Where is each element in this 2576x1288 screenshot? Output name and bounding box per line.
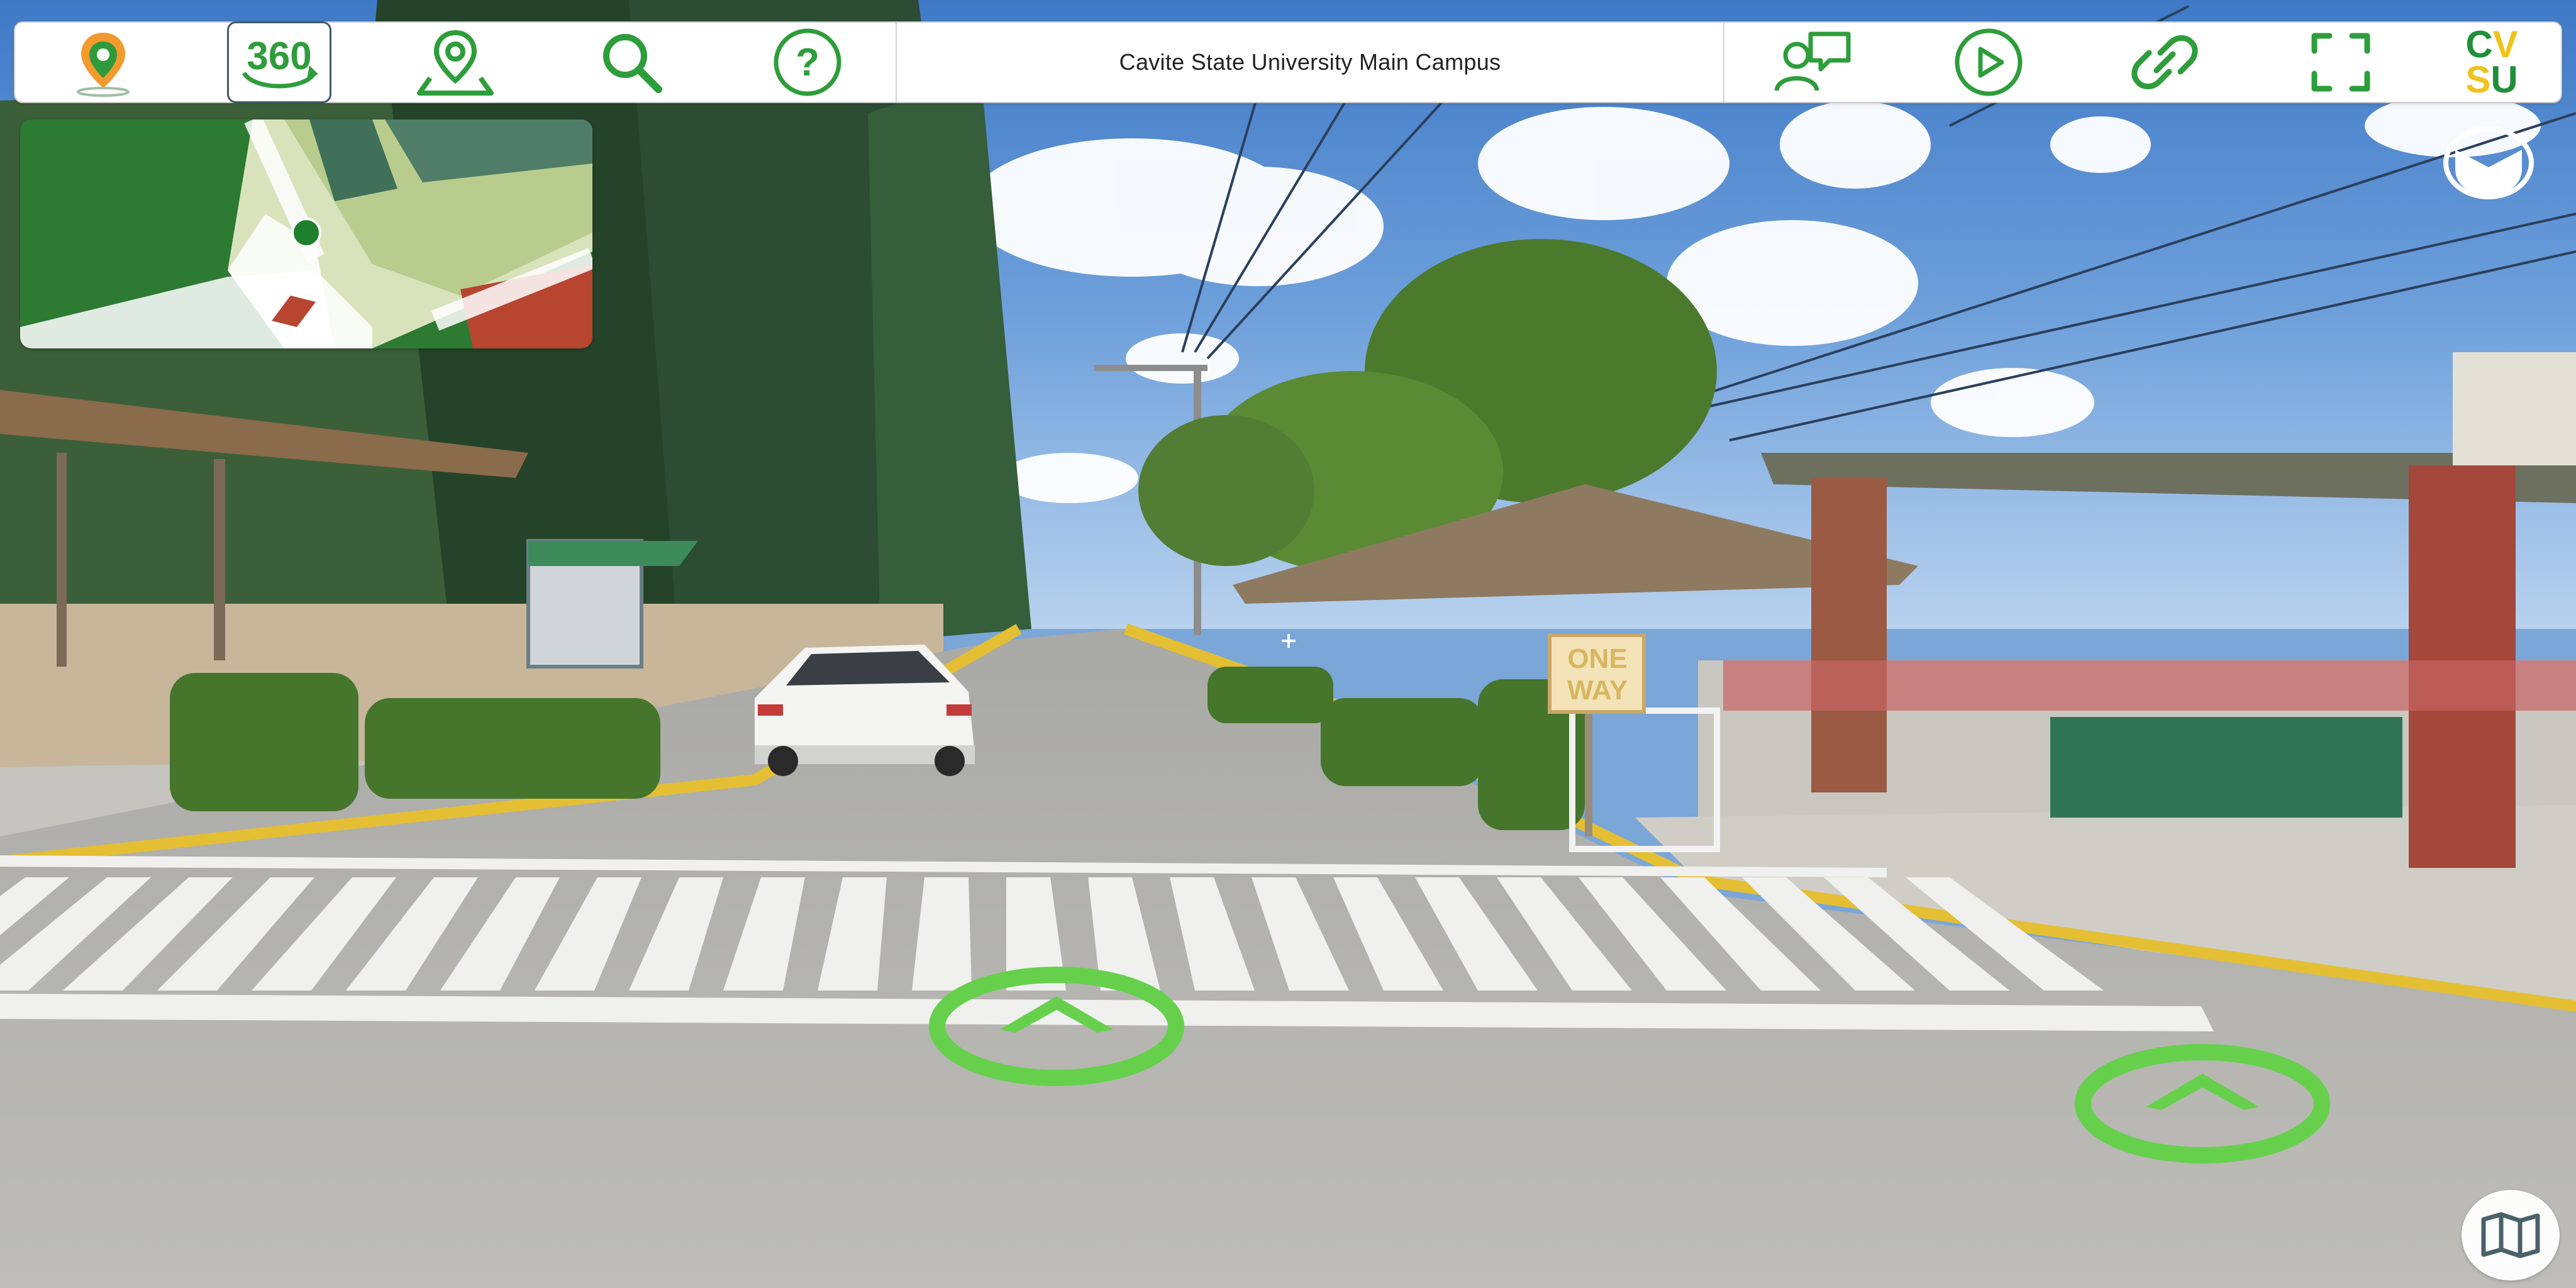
svg-text:?: ? (796, 41, 819, 84)
play-button[interactable] (1901, 23, 2077, 102)
running-track (1723, 660, 2576, 711)
cvsu-logo-text: CV SU (2465, 23, 2518, 101)
sign-text-way: WAY (1567, 675, 1628, 706)
help-button[interactable]: ? (719, 23, 896, 102)
right-path-arrow-hotspot[interactable] (2070, 1041, 2334, 1167)
mini-map[interactable] (20, 119, 592, 348)
chat-user-button[interactable] (1724, 23, 1901, 102)
map-marker-button[interactable] (367, 23, 543, 102)
cvsu-logo: CV SU (2429, 23, 2555, 102)
360-view-button[interactable]: 360 (191, 21, 367, 103)
map-toggle-button[interactable] (2462, 1190, 2560, 1280)
top-toolbar: 360 ? Cavite State University Main Campu… (14, 21, 2562, 103)
link-button[interactable] (2077, 23, 2253, 102)
map-marker-icon (417, 30, 494, 96)
fullscreen-icon (2311, 33, 2370, 92)
crosshair-icon (1282, 634, 1296, 648)
location-pin-icon (77, 33, 130, 97)
chat-user-icon (1774, 31, 1851, 91)
sign-text-one: ONE (1567, 643, 1627, 674)
play-icon (1955, 28, 2023, 96)
help-icon: ? (774, 28, 841, 96)
map-icon (2481, 1212, 2540, 1258)
title-cell: Cavite State University Main Campus (897, 23, 1723, 102)
search-button[interactable] (543, 23, 719, 102)
pine-trees (0, 0, 1031, 704)
location-pin-button[interactable] (15, 23, 191, 102)
link-icon (2131, 35, 2198, 89)
svg-text:360: 360 (247, 35, 311, 78)
search-icon (603, 34, 662, 93)
360-view-icon: 360 (242, 35, 318, 89)
page-title: Cavite State University Main Campus (1119, 49, 1501, 75)
fullscreen-button[interactable] (2253, 23, 2429, 102)
panorama-viewer[interactable]: ONE WAY 360 ? Cavite State University Ma… (0, 0, 2576, 1288)
forward-arrow-hotspot[interactable] (924, 963, 1189, 1089)
current-location-dot (291, 218, 321, 248)
compass-icon[interactable] (2441, 125, 2536, 201)
